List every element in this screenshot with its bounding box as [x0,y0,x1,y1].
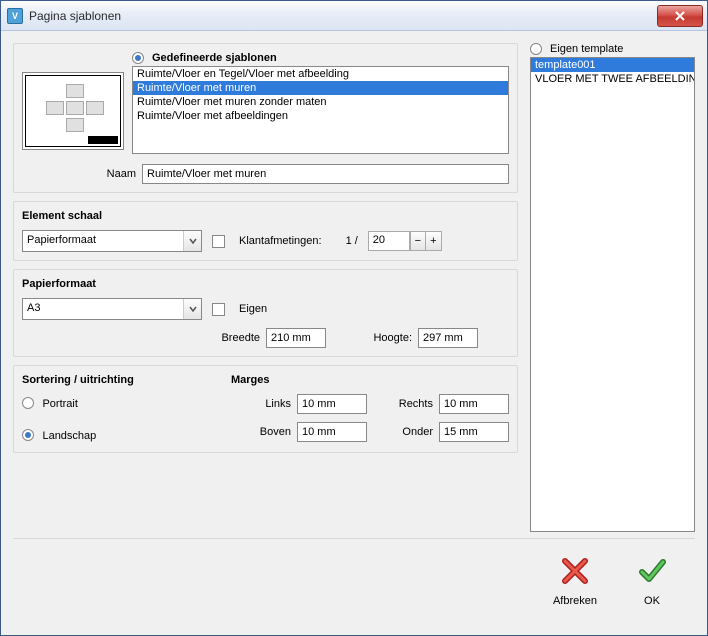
ratio-spinner[interactable]: 20 − + [368,231,442,251]
scale-combo[interactable]: Papierformaat [22,230,202,252]
scale-combo-value: Papierformaat [23,231,183,251]
portrait-radio[interactable] [22,397,34,409]
name-label: Naam [22,168,136,180]
app-icon: V [7,8,23,24]
dialog-window: V Pagina sjablonen [0,0,708,636]
defined-templates-list[interactable]: Ruimte/Vloer en Tegel/Vloer met afbeeldi… [132,66,509,154]
list-item[interactable]: Ruimte/Vloer met muren [133,81,508,95]
element-scale-section: Element schaal Papierformaat Klantafmeti… [13,201,518,261]
paper-custom-checkbox[interactable] [212,303,225,316]
height-label: Hoogte: [352,332,412,344]
list-item[interactable]: Ruimte/Vloer met muren zonder maten [133,95,508,109]
margin-right-label: Rechts [373,398,433,410]
own-template-label: Eigen template [550,43,623,55]
own-templates-list[interactable]: template001VLOER MET TWEE AFBEELDING [530,57,695,532]
defined-templates-label: Gedefineerde sjablonen [152,52,277,64]
paper-section: Papierformaat A3 Eigen Breedte [13,269,518,357]
landscape-radio[interactable] [22,429,34,441]
margins-title: Marges [231,374,509,386]
name-input[interactable] [142,164,509,184]
sort-title: Sortering / uitrichting [22,374,191,386]
cancel-icon [560,556,590,589]
paper-combo-value: A3 [23,299,183,319]
defined-templates-radio[interactable] [132,52,144,64]
margin-top-label: Boven [231,426,291,438]
titlebar: V Pagina sjablonen [1,1,707,31]
element-scale-title: Element schaal [22,210,509,222]
close-icon [675,11,685,21]
ratio-prefix: 1 / [346,235,358,247]
width-field [266,328,326,348]
chevron-down-icon [183,299,201,319]
sort-margins-section: Sortering / uitrichting Portrait Landsch… [13,365,518,453]
chevron-down-icon [183,231,201,251]
list-item[interactable]: Ruimte/Vloer met afbeeldingen [133,109,508,123]
ok-button[interactable]: OK [637,556,667,607]
portrait-label: Portrait [42,398,77,410]
landscape-label: Landschap [42,430,96,442]
width-label: Breedte [212,332,260,344]
margin-left-label: Links [231,398,291,410]
cancel-label: Afbreken [553,595,597,607]
custom-dims-label: Klantafmetingen: [239,235,322,247]
margin-left-input[interactable] [297,394,367,414]
ratio-minus-button[interactable]: − [410,231,426,251]
button-row: Afbreken OK [13,538,695,623]
height-field [418,328,478,348]
paper-combo[interactable]: A3 [22,298,202,320]
ok-icon [637,556,667,589]
close-button[interactable] [657,5,703,27]
ratio-value: 20 [368,231,410,251]
margin-right-input[interactable] [439,394,509,414]
ok-label: OK [644,595,660,607]
margin-top-input[interactable] [297,422,367,442]
ratio-plus-button[interactable]: + [426,231,442,251]
dialog-body: Gedefineerde sjablonen Ruimte/Vloer en T… [1,31,707,635]
own-template-radio[interactable] [530,43,542,55]
templates-section: Gedefineerde sjablonen Ruimte/Vloer en T… [13,43,518,193]
cancel-button[interactable]: Afbreken [553,556,597,607]
custom-dims-checkbox[interactable] [212,235,225,248]
list-item[interactable]: Ruimte/Vloer en Tegel/Vloer met afbeeldi… [133,67,508,81]
list-item[interactable]: VLOER MET TWEE AFBEELDING [531,72,694,86]
list-item[interactable]: template001 [531,58,694,72]
margin-bottom-input[interactable] [439,422,509,442]
paper-custom-label: Eigen [239,303,267,315]
margin-bottom-label: Onder [373,426,433,438]
template-thumbnail [22,72,124,150]
paper-title: Papierformaat [22,278,509,290]
window-title: Pagina sjablonen [29,9,657,23]
